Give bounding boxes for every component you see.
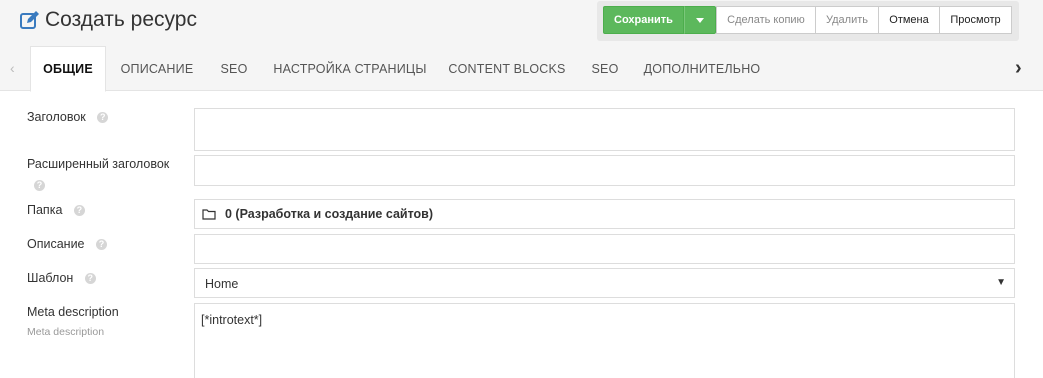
pagetitle-label-text: Заголовок: [27, 110, 86, 124]
scroll-right-icon[interactable]: ›: [1015, 57, 1022, 80]
parent-label-text: Папка: [27, 203, 63, 217]
edit-icon: [19, 9, 41, 31]
tab-description[interactable]: ОПИСАНИЕ: [112, 46, 202, 91]
template-select[interactable]: Home ▼: [194, 268, 1015, 298]
meta-description-value: [*introtext*]: [201, 313, 263, 327]
pagetitle-label: Заголовок ?: [27, 110, 109, 124]
duplicate-button[interactable]: Сделать копию: [716, 6, 816, 34]
parent-field[interactable]: 0 (Разработка и создание сайтов): [194, 199, 1015, 229]
page-header: Создать ресурс Сохранить Сделать копию У…: [0, 0, 1043, 46]
template-label: Шаблон ?: [27, 271, 96, 285]
action-toolbar: Сохранить Сделать копию Удалить Отмена П…: [597, 1, 1019, 41]
template-value: Home: [205, 277, 239, 291]
help-icon[interactable]: ?: [84, 273, 96, 285]
cancel-button[interactable]: Отмена: [878, 6, 940, 34]
save-dropdown-button[interactable]: [684, 6, 716, 34]
tabs-bar: ‹ ОБЩИЕ ОПИСАНИЕ SEO НАСТРОЙКА СТРАНИЦЫ …: [0, 46, 1043, 92]
preview-button[interactable]: Просмотр: [939, 6, 1012, 34]
meta-description-textarea[interactable]: [*introtext*]: [194, 303, 1015, 378]
save-button[interactable]: Сохранить: [603, 6, 684, 34]
page-title-text: Создать ресурс: [45, 8, 197, 31]
help-icon[interactable]: ?: [73, 205, 85, 217]
help-icon[interactable]: ?: [97, 112, 109, 124]
template-label-text: Шаблон: [27, 271, 74, 285]
parent-label: Папка ?: [27, 203, 85, 217]
tab-page-settings[interactable]: НАСТРОЙКА СТРАНИЦЫ: [267, 46, 433, 91]
meta-description-sublabel: Meta description: [27, 326, 105, 338]
pagetitle-input[interactable]: [194, 108, 1015, 151]
longtitle-label: Расширенный заголовок: [27, 157, 170, 171]
tab-seo[interactable]: SEO: [212, 46, 256, 91]
description-input[interactable]: [194, 234, 1015, 264]
help-icon[interactable]: ?: [96, 239, 107, 251]
tab-content-blocks[interactable]: CONTENT BLOCKS: [444, 46, 570, 91]
tab-additional[interactable]: ДОПОЛНИТЕЛЬНО: [640, 46, 764, 91]
tab-seo-2[interactable]: SEO: [583, 46, 627, 91]
help-icon[interactable]: ?: [34, 180, 45, 191]
description-label: Описание ?: [27, 237, 107, 251]
folder-icon: [202, 208, 216, 220]
meta-description-label: Meta description: [27, 305, 119, 319]
description-label-text: Описание: [27, 237, 85, 251]
delete-button[interactable]: Удалить: [815, 6, 879, 34]
page-title: Создать ресурс: [19, 8, 197, 32]
parent-value: 0 (Разработка и создание сайтов): [225, 207, 434, 221]
scroll-left-icon[interactable]: ‹: [10, 60, 15, 76]
caret-down-icon: ▼: [996, 277, 1006, 288]
longtitle-input[interactable]: [194, 155, 1015, 186]
chevron-down-icon: [696, 17, 704, 23]
tab-general[interactable]: ОБЩИЕ: [30, 46, 106, 92]
